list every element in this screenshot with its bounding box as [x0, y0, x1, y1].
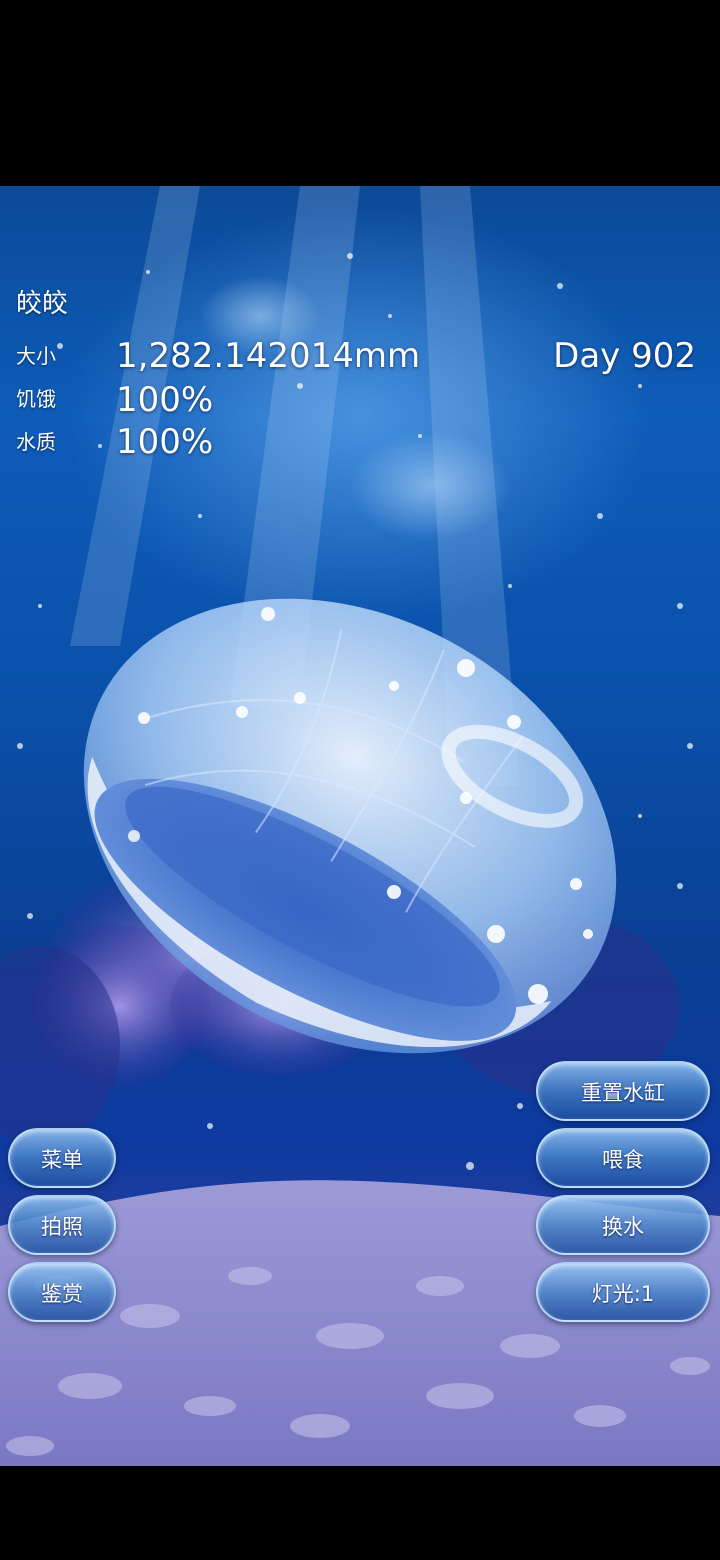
feed-button[interactable]: 喂食: [536, 1128, 710, 1188]
water-quality-label: 水质: [16, 430, 56, 454]
hunger-value: 100%: [116, 380, 214, 420]
water-quality-value: 100%: [116, 422, 214, 462]
size-label: 大小: [16, 344, 56, 368]
day-counter: Day 902: [553, 336, 696, 376]
light-button[interactable]: 灯光:1: [536, 1262, 710, 1322]
bottom-letterbox: [0, 1466, 720, 1560]
reset-tank-button[interactable]: 重置水缸: [536, 1061, 710, 1121]
pet-name: 皎皎: [16, 289, 69, 319]
change-water-button[interactable]: 换水: [536, 1195, 710, 1255]
hunger-label: 饥饿: [16, 387, 56, 411]
photo-button[interactable]: 拍照: [8, 1195, 116, 1255]
size-value: 1,282.142014mm: [116, 336, 421, 376]
menu-button[interactable]: 菜单: [8, 1128, 116, 1188]
top-letterbox: [0, 0, 720, 186]
gallery-button[interactable]: 鉴赏: [8, 1262, 116, 1322]
